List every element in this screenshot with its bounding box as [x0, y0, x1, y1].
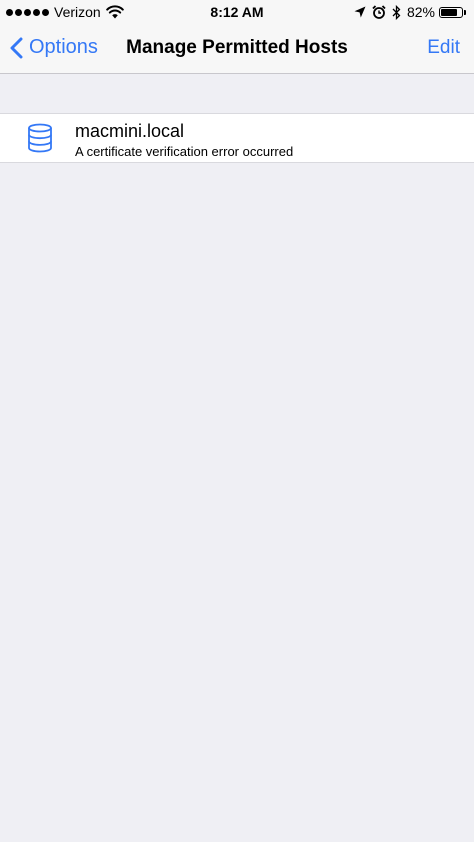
battery-percent: 82%	[406, 4, 435, 20]
back-button-label: Options	[29, 36, 98, 58]
top-bar: Verizon 8:12 AM 82% Options Manage Permi…	[0, 0, 474, 74]
battery-icon	[439, 6, 463, 18]
alarm-clock-icon	[372, 5, 386, 19]
edit-button[interactable]: Edit	[427, 37, 460, 59]
battery-cap	[464, 9, 466, 15]
bluetooth-icon	[392, 4, 401, 20]
screen: Verizon 8:12 AM 82% Options Manage Permi…	[0, 0, 474, 842]
back-button[interactable]: Options	[10, 36, 98, 59]
status-right: 82%	[354, 3, 466, 21]
navigation-bar: Options Manage Permitted Hosts Edit	[0, 24, 474, 74]
host-name: macmini.local	[75, 121, 185, 141]
list-item[interactable]: macmini.local A certificate verification…	[0, 114, 474, 162]
host-status: A certificate verification error occurre…	[75, 144, 294, 159]
database-icon	[28, 123, 52, 153]
host-list: macmini.local A certificate verification…	[0, 113, 474, 163]
status-bar: Verizon 8:12 AM 82%	[0, 0, 474, 24]
location-arrow-icon	[354, 6, 366, 18]
battery-fill	[441, 8, 458, 16]
chevron-left-icon	[10, 37, 23, 58]
